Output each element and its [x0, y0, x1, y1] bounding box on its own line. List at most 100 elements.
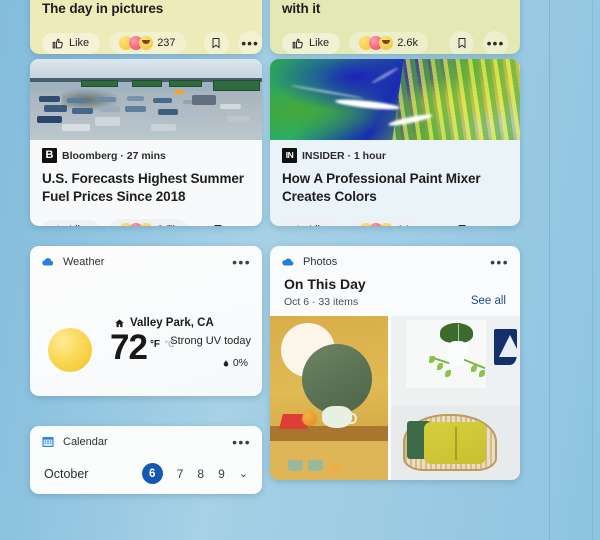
article-source: IN INSIDER · 1 hour — [282, 148, 508, 163]
reactions-group[interactable]: 2.7k — [109, 219, 188, 226]
calendar-icon — [42, 437, 54, 447]
photos-see-all-link[interactable]: See all — [471, 295, 506, 307]
widgets-board: The day in pictures Like 237 ••• with it… — [30, 0, 520, 540]
more-options-button[interactable]: ••• — [240, 218, 262, 226]
article-image — [30, 59, 262, 140]
photos-widget-header: Photos ••• — [270, 246, 520, 273]
save-button[interactable] — [449, 218, 474, 226]
reaction-emoji-stack — [119, 36, 154, 51]
insider-logo-icon: IN — [282, 148, 297, 163]
bookmark-icon — [212, 38, 220, 49]
like-button[interactable]: Like — [282, 32, 341, 54]
like-button[interactable]: Like — [282, 219, 341, 226]
reactions-group[interactable]: 237 — [109, 32, 186, 54]
reactions-group[interactable]: 14 — [349, 219, 420, 226]
reaction-count: 2.7k — [157, 224, 178, 226]
reaction-emoji-stack — [359, 223, 394, 226]
home-icon — [115, 318, 124, 327]
feed-card-with-it[interactable]: with it Like 2.6k ••• — [270, 0, 520, 54]
photos-heading: On This Day — [284, 276, 366, 292]
weather-widget-header: Weather ••• — [30, 246, 262, 273]
like-button[interactable]: Like — [42, 219, 101, 226]
photos-widget-label: Photos — [303, 256, 338, 268]
ellipsis-icon: ••• — [486, 35, 505, 52]
weather-precipitation: 0% — [222, 357, 248, 369]
weather-widget[interactable]: Weather ••• Valley Park, CA 72 °F °C Str… — [30, 246, 262, 396]
calendar-day-8[interactable]: 8 — [197, 467, 204, 481]
article-source: B Bloomberg · 27 mins — [42, 148, 250, 163]
calendar-more-button[interactable]: ••• — [232, 435, 251, 449]
weather-cloud-icon — [42, 258, 54, 266]
chevron-down-icon[interactable]: ⌄ — [239, 467, 248, 480]
ellipsis-icon: ••• — [241, 35, 259, 52]
like-label: Like — [309, 224, 329, 226]
thumbs-up-icon — [297, 225, 299, 226]
feed-card-title: U.S. Forecasts Highest Summer Fuel Price… — [42, 171, 244, 204]
calendar-day-strip: October 6 7 8 9 ⌄ — [30, 453, 262, 484]
photos-subline: Oct 6 · 33 items — [284, 296, 359, 308]
like-button[interactable]: Like — [42, 32, 101, 54]
weather-more-button[interactable]: ••• — [232, 255, 251, 269]
reactions-group[interactable]: 2.6k — [349, 32, 428, 54]
reaction-count: 237 — [157, 37, 176, 50]
weather-uv-note: Strong UV today — [170, 335, 251, 347]
like-label: Like — [69, 224, 89, 226]
calendar-widget[interactable]: Calendar ••• October 6 7 8 9 ⌄ — [30, 426, 262, 494]
weather-temperature: 72 — [110, 328, 148, 367]
traffic-jam-photo — [30, 59, 262, 140]
weather-temperature-block: 72 °F °C — [110, 328, 175, 367]
calendar-widget-header: Calendar ••• — [30, 426, 262, 453]
feed-card-title: The day in pictures — [42, 1, 164, 16]
more-options-button[interactable]: ••• — [483, 218, 508, 226]
like-label: Like — [69, 37, 90, 50]
more-options-button[interactable]: ••• — [237, 30, 262, 54]
reaction-emoji-stack — [119, 223, 154, 226]
laughing-emoji — [379, 223, 394, 226]
photos-widget[interactable]: Photos ••• On This Day Oct 6 · 33 items … — [270, 246, 520, 480]
bookmark-icon — [458, 38, 465, 49]
thumbs-up-icon — [52, 38, 63, 49]
calendar-day-7[interactable]: 7 — [177, 467, 184, 481]
photo-thumbnail-plant-chair[interactable] — [390, 316, 520, 480]
article-image — [270, 59, 520, 140]
bookmark-icon — [214, 225, 222, 226]
feed-card-title: How A Professional Paint Mixer Creates C… — [282, 171, 481, 204]
reaction-emoji-stack — [359, 36, 394, 51]
more-options-button[interactable]: ••• — [483, 30, 508, 54]
feed-card-bloomberg-fuel[interactable]: B Bloomberg · 27 mins U.S. Forecasts Hig… — [30, 59, 262, 226]
save-button[interactable] — [203, 30, 229, 54]
droplet-icon — [223, 359, 229, 367]
precipitation-value: 0% — [232, 357, 248, 369]
reaction-count: 14 — [397, 224, 409, 226]
bloomberg-logo-icon: B — [42, 148, 57, 163]
calendar-month-label: October — [44, 466, 89, 481]
like-label: Like — [309, 37, 330, 50]
feed-card-title: with it — [282, 1, 321, 16]
thumbs-up-icon — [292, 38, 303, 49]
reaction-count: 2.6k — [397, 37, 418, 50]
bookmark-icon — [458, 225, 465, 226]
panel-seam-right — [549, 0, 550, 540]
onedrive-cloud-icon — [282, 258, 294, 266]
calendar-day-9[interactable]: 9 — [218, 467, 225, 481]
article-source-line: INSIDER · 1 hour — [302, 149, 387, 162]
photos-thumbnail-grid — [270, 316, 520, 480]
feed-card-insider-paint-mixer[interactable]: IN INSIDER · 1 hour How A Professional P… — [270, 59, 520, 226]
weather-widget-label: Weather — [63, 256, 105, 268]
unit-fahrenheit[interactable]: °F — [150, 339, 160, 350]
panel-seam-far-right — [592, 0, 593, 540]
photo-thumbnail-still-life[interactable] — [270, 316, 388, 480]
sunny-icon — [48, 328, 92, 372]
laughing-emoji — [139, 223, 154, 226]
save-button[interactable] — [206, 218, 231, 226]
calendar-day-6[interactable]: 6 — [141, 463, 163, 484]
weather-body: Valley Park, CA 72 °F °C Strong UV today… — [30, 273, 262, 396]
article-source-line: Bloomberg · 27 mins — [62, 149, 166, 162]
photos-more-button[interactable]: ••• — [490, 255, 509, 269]
swirled-paint-photo — [270, 59, 520, 140]
save-button[interactable] — [449, 30, 474, 54]
feed-card-day-in-pictures[interactable]: The day in pictures Like 237 ••• — [30, 0, 262, 54]
thumbs-up-icon — [57, 225, 59, 226]
laughing-emoji — [139, 36, 154, 51]
laughing-emoji — [379, 36, 394, 51]
